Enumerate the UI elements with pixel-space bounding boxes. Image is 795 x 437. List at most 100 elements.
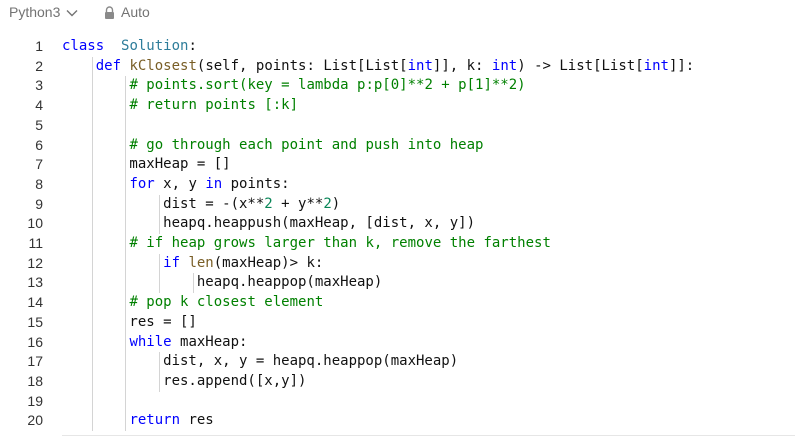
code-token: ]]: — [668, 57, 695, 74]
code-token: int — [407, 57, 433, 74]
code-line: if len(maxHeap)> k: — [62, 254, 323, 274]
line-number: 17 — [27, 353, 43, 370]
code-token: len — [188, 254, 214, 271]
code-line: class Solution: — [62, 37, 197, 57]
code-token: class — [62, 38, 105, 54]
code-token: heapq.heappush(maxHeap, [dist, x, y]) — [62, 215, 476, 232]
code-line: while maxHeap: — [62, 333, 247, 353]
line-number: 19 — [27, 392, 43, 409]
code-token: res = [] — [62, 313, 197, 330]
language-label: Python3 — [9, 4, 61, 20]
line-number: 16 — [27, 333, 43, 350]
line-number: 15 — [27, 313, 43, 330]
code-token: res.append([x,y]) — [62, 372, 307, 389]
code-line: # if heap grows larger than k, remove th… — [62, 234, 551, 254]
code-line: # return points [:k] — [62, 96, 298, 116]
code-token: x, y — [154, 175, 206, 192]
indent-guide — [159, 352, 161, 392]
code-line: res.append([x,y]) — [62, 372, 306, 392]
code-token: + y** — [272, 195, 324, 212]
line-number: 5 — [35, 116, 43, 133]
code-token: (self, points: List[List[ — [196, 57, 408, 74]
line-number: 4 — [35, 97, 43, 114]
code-token: # points.sort(key = lambda p:p[0]**2 + p… — [129, 77, 526, 94]
code-line: for x, y in points: — [62, 175, 290, 195]
code-token: maxHeap: — [171, 333, 248, 350]
code-token: 2 — [323, 195, 332, 212]
code-token: in — [205, 175, 223, 192]
code-token: maxHeap = [] — [62, 156, 231, 173]
indent-guide — [192, 273, 194, 294]
line-number: 9 — [35, 195, 43, 212]
code-token: def — [95, 57, 122, 74]
code-token: if — [163, 254, 181, 271]
code-token: ) — [331, 195, 341, 212]
indent-guide — [91, 56, 93, 431]
code-token: heapq.heappop(maxHeap) — [62, 274, 383, 291]
code-line: dist, x, y = heapq.heappop(maxHeap) — [62, 352, 458, 372]
lock-icon — [104, 5, 115, 19]
chevron-down-icon — [60, 4, 78, 20]
code-line: dist = -(x**2 + y**2) — [62, 195, 340, 215]
code-editor[interactable]: 1 class Solution: 2 def kClosest(self, poi… — [0, 37, 795, 437]
line-number: 8 — [35, 175, 43, 192]
editor-bottom-divider — [62, 435, 795, 436]
line-number: 13 — [27, 274, 43, 291]
line-number: 6 — [35, 136, 43, 153]
mode-indicator[interactable]: Auto — [104, 2, 150, 22]
code-token: return — [129, 412, 181, 429]
indent-guide — [159, 194, 161, 234]
code-token: points: — [222, 175, 290, 192]
code-token: ) -> List[List[ — [517, 57, 644, 74]
line-number: 2 — [35, 57, 43, 74]
indent-guide — [125, 76, 127, 431]
code-line: heapq.heappop(maxHeap) — [62, 273, 382, 293]
language-select[interactable]: Python3 — [9, 2, 78, 22]
code-token: int — [491, 57, 518, 74]
code-line: # points.sort(key = lambda p:p[0]**2 + p… — [62, 76, 526, 96]
code-line: # pop k closest element — [62, 293, 323, 313]
line-number: 3 — [35, 77, 43, 94]
line-number: 11 — [28, 235, 43, 251]
code-token: res — [180, 412, 214, 429]
code-line: heapq.heappush(maxHeap, [dist, x, y]) — [62, 214, 475, 234]
code-line: def kClosest(self, points: List[List[int… — [62, 57, 695, 77]
editor-toolbar: Python3 Auto — [0, 0, 795, 24]
code-line: res = [] — [62, 313, 197, 333]
code-token: Solution — [121, 38, 189, 54]
code-token: ]], k: — [432, 57, 492, 74]
line-number: 14 — [27, 294, 43, 311]
code-line: maxHeap = [] — [62, 155, 231, 175]
code-token: 2 — [264, 195, 273, 212]
mode-label: Auto — [121, 4, 150, 20]
code-token: # go through each point and push into he… — [129, 136, 484, 153]
line-number: 20 — [27, 412, 43, 429]
code-token: for — [129, 175, 155, 192]
line-number: 12 — [27, 254, 43, 271]
code-line: return res — [62, 411, 214, 431]
code-token: # pop k closest element — [129, 294, 324, 311]
indent-guide — [159, 253, 161, 294]
line-number: 10 — [27, 215, 43, 232]
code-token: while — [129, 333, 172, 350]
code-token: # if heap grows larger than k, remove th… — [129, 235, 551, 251]
line-number: 7 — [35, 156, 43, 173]
line-number: 18 — [27, 372, 43, 389]
code-token: : — [188, 38, 197, 54]
code-token: kClosest — [129, 57, 197, 74]
code-token: dist, x, y = heapq.heappop(maxHeap) — [62, 353, 459, 370]
code-token: (maxHeap)> k: — [213, 254, 324, 271]
code-token: # return points [:k] — [129, 97, 299, 114]
code-token: int — [643, 57, 669, 74]
